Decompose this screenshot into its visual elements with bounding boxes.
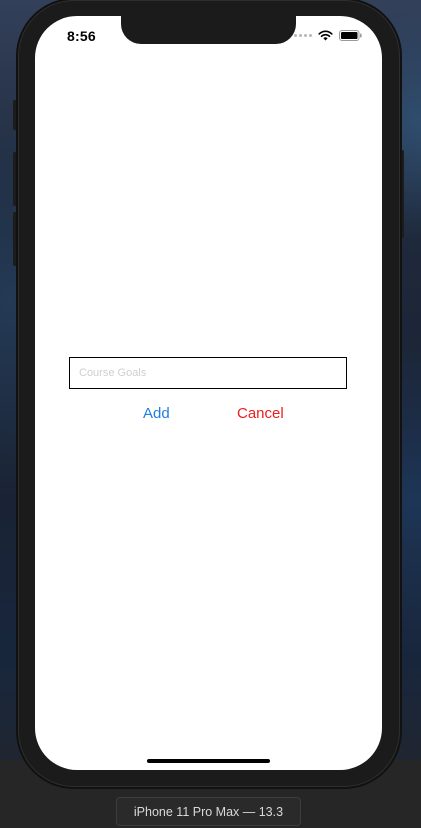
cancel-button[interactable]: Cancel bbox=[237, 405, 284, 422]
simulator-device-label: iPhone 11 Pro Max — 13.3 bbox=[116, 797, 301, 826]
phone-screen: 8:56 Add Cancel bbox=[35, 16, 382, 770]
status-time: 8:56 bbox=[67, 28, 96, 44]
signal-icon bbox=[294, 34, 312, 37]
course-goal-input[interactable] bbox=[69, 357, 347, 389]
status-icons bbox=[294, 30, 362, 41]
home-indicator[interactable] bbox=[147, 759, 270, 763]
wifi-icon bbox=[318, 30, 333, 41]
notch bbox=[121, 16, 296, 44]
phone-frame: 8:56 Add Cancel bbox=[18, 0, 400, 787]
battery-icon bbox=[339, 30, 362, 41]
add-button[interactable]: Add bbox=[143, 405, 170, 422]
